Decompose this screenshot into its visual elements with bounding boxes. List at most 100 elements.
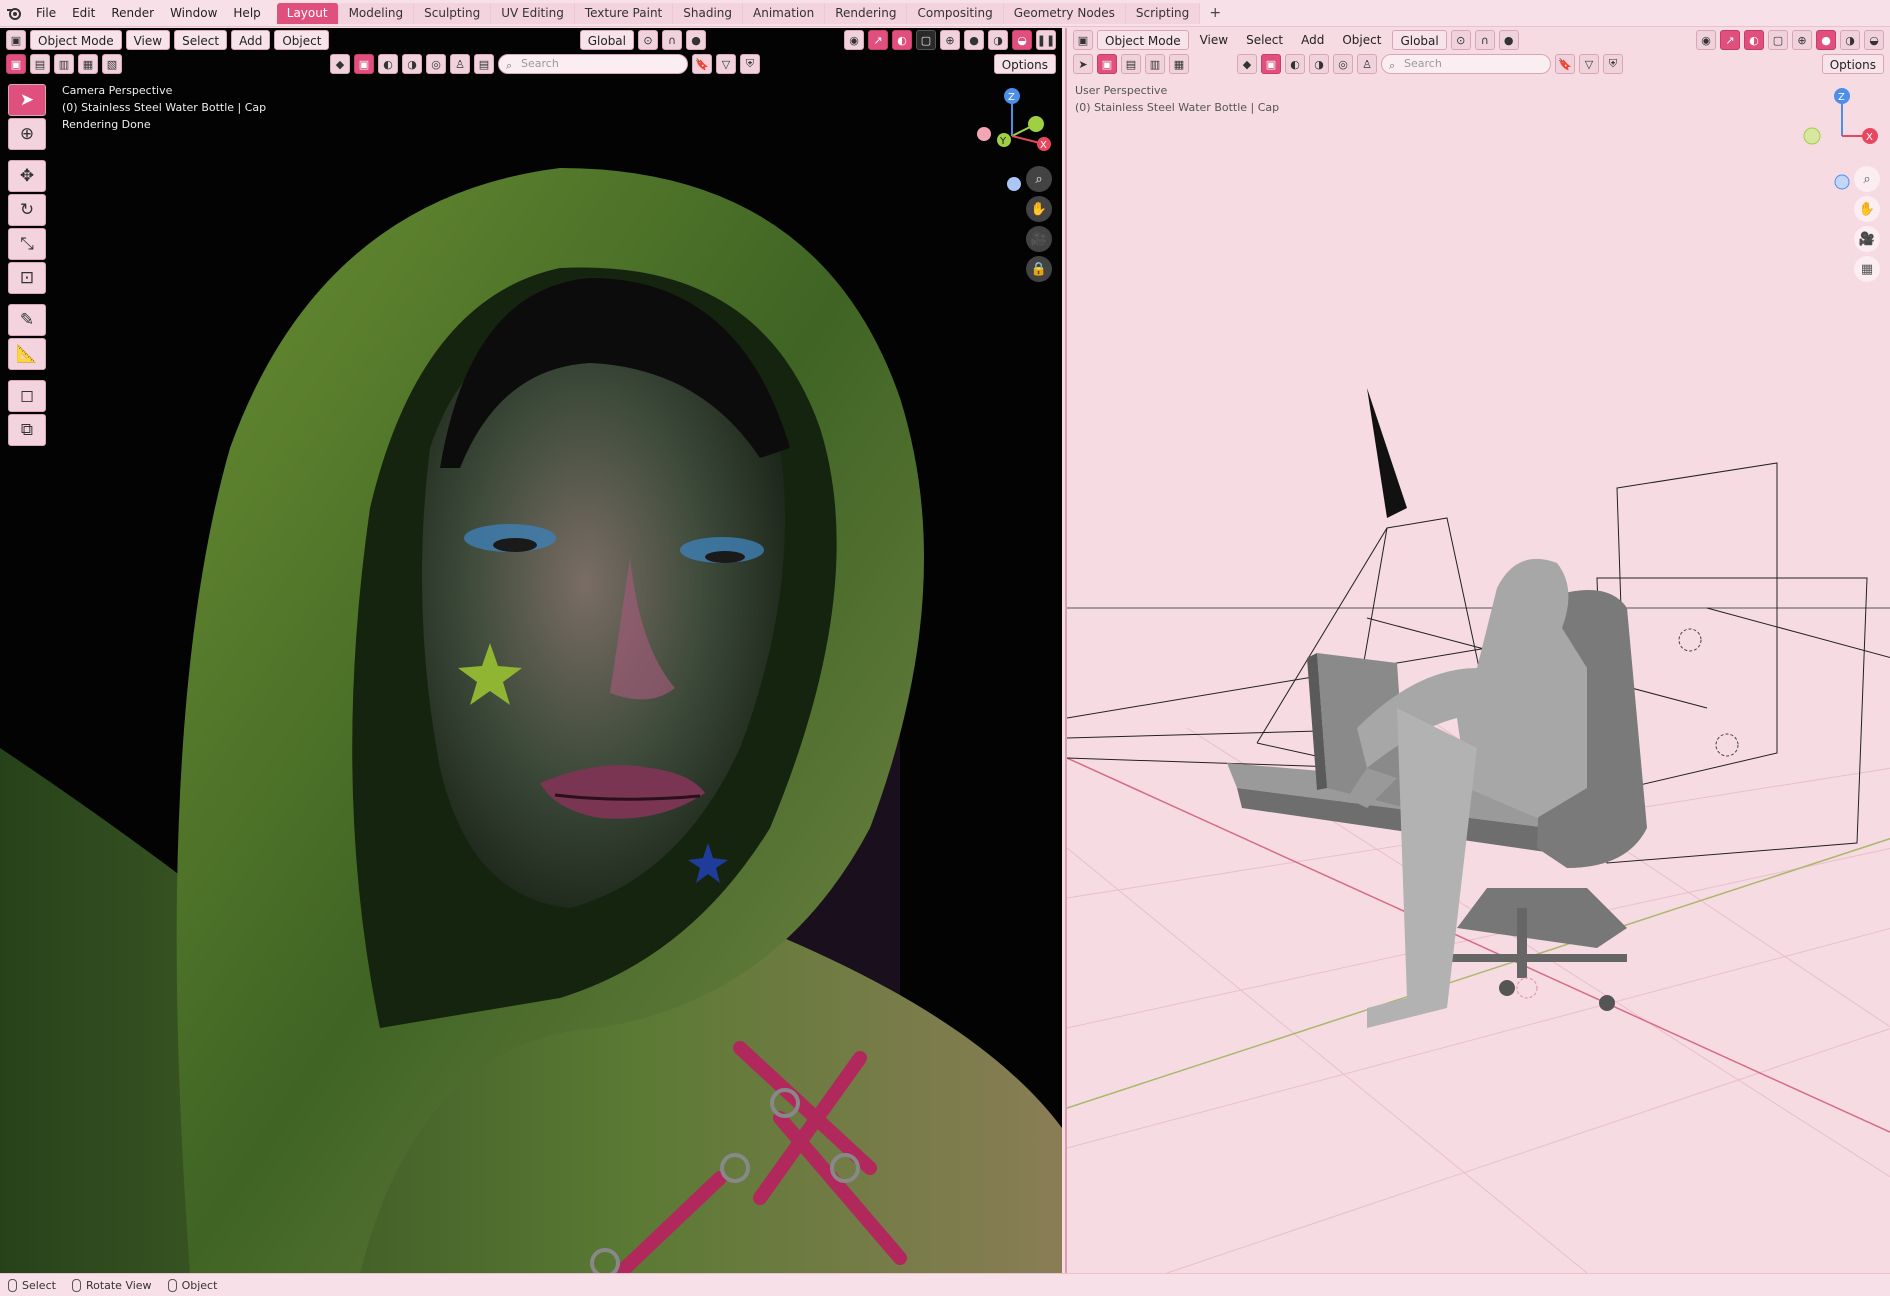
menu-render[interactable]: Render	[103, 0, 162, 27]
xray-icon[interactable]: ▢	[916, 30, 936, 50]
menu-view[interactable]: View	[1193, 30, 1235, 50]
filter-mesh-icon[interactable]: ▣	[354, 54, 374, 74]
tab-shading[interactable]: Shading	[673, 2, 743, 24]
visibility-icon[interactable]: ◉	[844, 30, 864, 50]
collection-icon[interactable]: ◆	[330, 54, 350, 74]
pause-icon[interactable]: ❚❚	[1036, 30, 1056, 50]
select-subtract-icon[interactable]: ▥	[54, 54, 74, 74]
menu-object[interactable]: Object	[1335, 30, 1388, 50]
transform-orientation[interactable]: Global	[579, 30, 634, 50]
select-extend-icon[interactable]: ▤	[30, 54, 50, 74]
lock-camera-icon[interactable]: 🔒	[1026, 256, 1052, 282]
transform-tool-icon[interactable]: ⊡	[8, 262, 46, 294]
add-workspace-button[interactable]: +	[1204, 3, 1226, 24]
filter-mesh-icon[interactable]: ▣	[1261, 54, 1281, 74]
rotate-tool-icon[interactable]: ↻	[8, 194, 46, 226]
select-extend-icon[interactable]: ▤	[1121, 54, 1141, 74]
wireframe-shading-icon[interactable]: ⊕	[1792, 30, 1812, 50]
pan-hand-icon[interactable]: ✋	[1026, 196, 1052, 222]
shield-icon[interactable]: ⛨	[1603, 54, 1623, 74]
menu-add[interactable]: Add	[231, 30, 271, 50]
select-tool-icon[interactable]: ➤	[1073, 54, 1093, 74]
snap-icon[interactable]: ∩	[662, 30, 682, 50]
filter-light-icon[interactable]: ◐	[378, 54, 398, 74]
solid-shading-icon[interactable]: ●	[964, 30, 984, 50]
measure-tool-icon[interactable]: 📐	[8, 338, 46, 370]
zoom-icon[interactable]: ⌕	[1026, 166, 1052, 192]
camera-view-icon[interactable]: 🎥	[1854, 226, 1880, 252]
bookmark-icon[interactable]: 🔖	[692, 54, 712, 74]
overlay-icon[interactable]: ◐	[1744, 30, 1764, 50]
filter-icon[interactable]: ▽	[716, 54, 736, 74]
visibility-icon[interactable]: ◉	[1696, 30, 1716, 50]
filter-camera-icon[interactable]: ◑	[1309, 54, 1329, 74]
editor-type-icon[interactable]: ▣	[1073, 30, 1093, 50]
filter-other-icon[interactable]: ♙	[1357, 54, 1377, 74]
scale-tool-icon[interactable]: ⤡	[8, 228, 46, 260]
tab-layout[interactable]: Layout	[276, 2, 339, 24]
grid-view-icon[interactable]: ▦	[1854, 256, 1880, 282]
tab-rendering[interactable]: Rendering	[825, 2, 908, 24]
tab-texture-paint[interactable]: Texture Paint	[574, 2, 674, 24]
filter-empty-icon[interactable]: ◎	[1333, 54, 1353, 74]
annotate-tool-icon[interactable]: ✎	[8, 304, 46, 336]
tab-modeling[interactable]: Modeling	[338, 2, 415, 24]
overlay-icon[interactable]: ◐	[892, 30, 912, 50]
filter-empty-icon[interactable]: ◎	[426, 54, 446, 74]
viewport-right[interactable]: ▣ Object Mode View Select Add Object Glo…	[1065, 28, 1890, 1273]
select-subtract-icon[interactable]: ▥	[1145, 54, 1165, 74]
solid-shading-icon[interactable]: ●	[1816, 30, 1836, 50]
tab-uv-editing[interactable]: UV Editing	[491, 2, 575, 24]
rendered-shading-icon[interactable]: ◒	[1012, 30, 1032, 50]
tab-geometry-nodes[interactable]: Geometry Nodes	[1003, 2, 1126, 24]
select-invert-icon[interactable]: ▦	[78, 54, 98, 74]
bookmark-icon[interactable]: 🔖	[1555, 54, 1575, 74]
transform-orientation[interactable]: Global	[1392, 30, 1447, 50]
xray-icon[interactable]: ▢	[1768, 30, 1788, 50]
proportional-icon[interactable]: ●	[1498, 30, 1519, 50]
menu-file[interactable]: File	[28, 0, 64, 27]
viewport-left[interactable]: ▣ Object Mode View Select Add Object Glo…	[0, 28, 1062, 1273]
shield-icon[interactable]: ⛨	[740, 54, 760, 74]
select-tool-icon[interactable]: ➤	[8, 84, 46, 116]
select-box-icon[interactable]: ▣	[1097, 54, 1117, 74]
select-box-icon[interactable]: ▣	[6, 54, 26, 74]
add-object-tool-icon[interactable]: ⧉	[8, 414, 46, 446]
blender-logo-icon[interactable]	[0, 0, 28, 27]
zoom-icon[interactable]: ⌕	[1854, 166, 1880, 192]
collection-icon[interactable]: ◆	[1237, 54, 1257, 74]
tab-animation[interactable]: Animation	[743, 2, 826, 24]
mode-select[interactable]: Object Mode	[30, 30, 122, 50]
material-shading-icon[interactable]: ◑	[988, 30, 1008, 50]
filter-other-icon[interactable]: ♙	[450, 54, 470, 74]
outliner-search-input[interactable]: ⌕ Search	[1381, 54, 1551, 74]
filter-camera-icon[interactable]: ◑	[402, 54, 422, 74]
material-shading-icon[interactable]: ◑	[1840, 30, 1860, 50]
gizmo-icon[interactable]: ↗	[1720, 30, 1740, 50]
add-cube-tool-icon[interactable]: ◻	[8, 380, 46, 412]
pan-hand-icon[interactable]: ✋	[1854, 196, 1880, 222]
menu-view[interactable]: View	[125, 30, 171, 50]
pivot-icon[interactable]: ⊙	[638, 30, 658, 50]
menu-select[interactable]: Select	[1239, 30, 1290, 50]
tab-scripting[interactable]: Scripting	[1125, 2, 1201, 24]
cursor-tool-icon[interactable]: ⊕	[8, 118, 46, 150]
wireframe-shading-icon[interactable]: ⊕	[940, 30, 960, 50]
menu-select[interactable]: Select	[174, 30, 228, 50]
filter-light-icon[interactable]: ◐	[1285, 54, 1305, 74]
menu-help[interactable]: Help	[225, 0, 268, 27]
tab-sculpting[interactable]: Sculpting	[414, 2, 492, 24]
options-button[interactable]: Options	[993, 54, 1056, 74]
rendered-shading-icon[interactable]: ◒	[1864, 30, 1884, 50]
outliner-search-input[interactable]: ⌕ Search	[498, 54, 688, 74]
select-intersect-icon[interactable]: ▧	[102, 54, 122, 74]
snap-icon[interactable]: ∩	[1474, 30, 1495, 50]
camera-view-icon[interactable]: 🎥	[1026, 226, 1052, 252]
menu-window[interactable]: Window	[162, 0, 225, 27]
gizmo-icon[interactable]: ↗	[868, 30, 888, 50]
select-invert-icon[interactable]: ▦	[1169, 54, 1189, 74]
editor-type-icon[interactable]: ▣	[6, 30, 26, 50]
menu-object[interactable]: Object	[274, 30, 330, 50]
menu-edit[interactable]: Edit	[64, 0, 103, 27]
filter-icon[interactable]: ▽	[1579, 54, 1599, 74]
